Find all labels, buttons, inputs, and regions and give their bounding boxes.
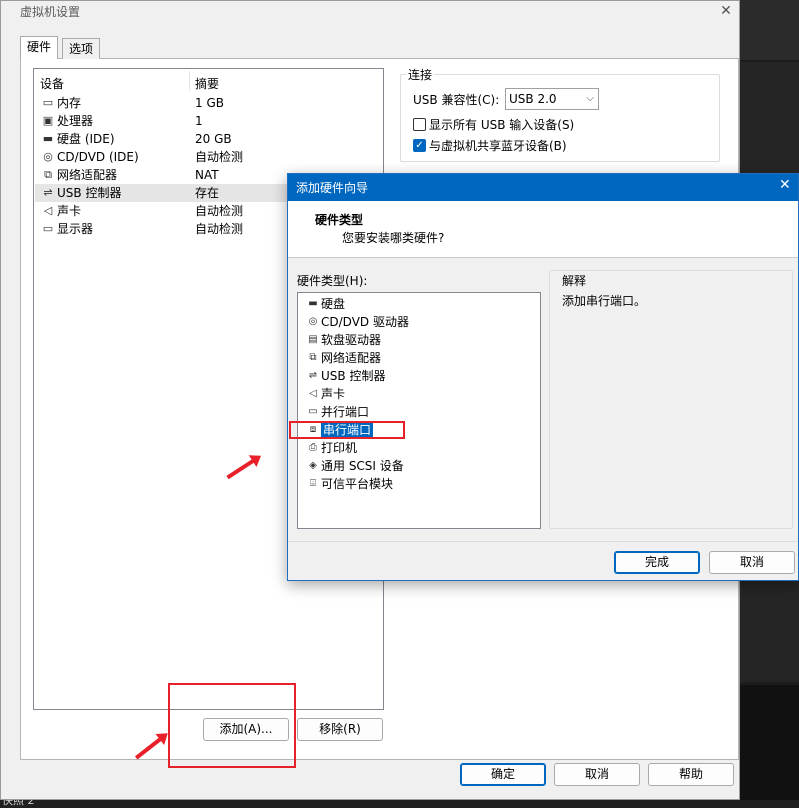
- device-row-memory[interactable]: ▭ 内存 1 GB: [35, 94, 382, 112]
- column-header-summary[interactable]: 摘要: [195, 75, 219, 92]
- hardware-item-label: CD/DVD 驱动器: [321, 315, 409, 329]
- connection-legend: 连接: [406, 66, 435, 83]
- finish-button[interactable]: 完成: [614, 551, 700, 574]
- device-name: 硬盘 (IDE): [57, 132, 115, 146]
- hardware-item-label: 通用 SCSI 设备: [321, 459, 404, 473]
- monitor-icon: ▭: [42, 222, 54, 235]
- device-name: 内存: [57, 96, 82, 110]
- device-row-processor[interactable]: ▣ 处理器 1: [35, 112, 382, 130]
- highlight-box: [289, 421, 405, 439]
- chevron-down-icon: ⌵: [586, 93, 594, 104]
- highlight-box: [168, 683, 296, 768]
- share-bluetooth-checkbox[interactable]: ✓: [413, 139, 426, 152]
- device-name: USB 控制器: [57, 186, 122, 200]
- network-icon: ⧉: [44, 168, 52, 181]
- device-summary: 1 GB: [195, 96, 224, 110]
- tpm-icon: ⌹: [310, 478, 316, 489]
- device-summary: 自动检测: [195, 222, 244, 236]
- usb-icon: ⇌: [43, 186, 53, 199]
- device-summary: 存在: [195, 186, 220, 200]
- device-name: 显示器: [57, 222, 94, 236]
- device-summary: 20 GB: [195, 132, 232, 146]
- show-all-usb-label[interactable]: 显示所有 USB 输入设备(S): [429, 116, 574, 133]
- cpu-icon: ▣: [42, 114, 54, 127]
- wizard-subheading: 您要安装哪类硬件?: [342, 231, 445, 245]
- tab-options[interactable]: 选项: [62, 38, 101, 59]
- wizard-cancel-button[interactable]: 取消: [709, 551, 795, 574]
- cd-dvd-icon: ◎: [43, 150, 53, 163]
- background-panel: [740, 0, 799, 60]
- printer-icon: ⎙: [309, 442, 317, 453]
- tab-hardware[interactable]: 硬件: [20, 36, 59, 59]
- device-summary: 自动检测: [195, 150, 244, 164]
- wizard-heading: 硬件类型: [315, 213, 364, 227]
- close-icon[interactable]: ✕: [779, 177, 791, 193]
- hardware-item-label: 打印机: [321, 441, 358, 455]
- hardware-item-label: 硬盘: [321, 297, 346, 311]
- floppy-icon: ▤: [308, 334, 318, 345]
- speaker-icon: ◁: [43, 204, 53, 217]
- help-button[interactable]: 帮助: [648, 763, 734, 786]
- dialog-title: 虚拟机设置: [20, 5, 81, 19]
- network-icon: ⧉: [309, 352, 317, 363]
- column-divider[interactable]: [189, 71, 190, 91]
- hard-disk-icon: ▬: [308, 298, 318, 309]
- explanation-legend: 解释: [560, 272, 589, 289]
- ok-button[interactable]: 确定: [460, 763, 546, 786]
- memory-icon: ▭: [42, 96, 54, 109]
- divider: [288, 541, 798, 542]
- hard-disk-icon: ▬: [42, 132, 54, 145]
- parallel-port-icon: ▭: [308, 406, 318, 417]
- hardware-item-label: 网络适配器: [321, 351, 382, 365]
- device-name: 网络适配器: [57, 168, 118, 182]
- device-name: CD/DVD (IDE): [57, 150, 139, 164]
- column-header-device[interactable]: 设备: [40, 75, 64, 92]
- hardware-item-label: 并行端口: [321, 405, 370, 419]
- device-row-cd-dvd[interactable]: ◎ CD/DVD (IDE) 自动检测: [35, 148, 382, 166]
- device-name: 声卡: [57, 204, 82, 218]
- scsi-icon: ◈: [309, 460, 317, 471]
- hardware-item-label: USB 控制器: [321, 369, 386, 383]
- device-row-hard-disk[interactable]: ▬ 硬盘 (IDE) 20 GB: [35, 130, 382, 148]
- usb-compat-value: USB 2.0: [509, 92, 557, 106]
- hardware-item-label: 软盘驱动器: [321, 333, 382, 347]
- close-icon[interactable]: ✕: [715, 0, 737, 22]
- wizard-title: 添加硬件向导: [296, 181, 369, 195]
- cancel-button[interactable]: 取消: [554, 763, 640, 786]
- usb-icon: ⇌: [308, 370, 318, 381]
- explanation-text: 添加串行端口。: [562, 294, 647, 308]
- hardware-item-label: 可信平台模块: [321, 477, 394, 491]
- share-bluetooth-label[interactable]: 与虚拟机共享蓝牙设备(B): [429, 137, 567, 154]
- usb-compat-label: USB 兼容性(C):: [413, 93, 500, 107]
- device-summary: 自动检测: [195, 204, 244, 218]
- hardware-item-label: 声卡: [321, 387, 346, 401]
- usb-compat-select[interactable]: USB 2.0 ⌵: [505, 88, 599, 110]
- remove-hardware-button[interactable]: 移除(R): [297, 718, 383, 741]
- speaker-icon: ◁: [309, 388, 317, 399]
- device-summary: NAT: [195, 168, 219, 182]
- device-summary: 1: [195, 114, 203, 128]
- device-name: 处理器: [57, 114, 94, 128]
- background-panel: [740, 685, 799, 800]
- cd-dvd-icon: ◎: [308, 316, 318, 327]
- show-all-usb-checkbox[interactable]: [413, 118, 426, 131]
- hardware-type-label: 硬件类型(H):: [297, 274, 368, 288]
